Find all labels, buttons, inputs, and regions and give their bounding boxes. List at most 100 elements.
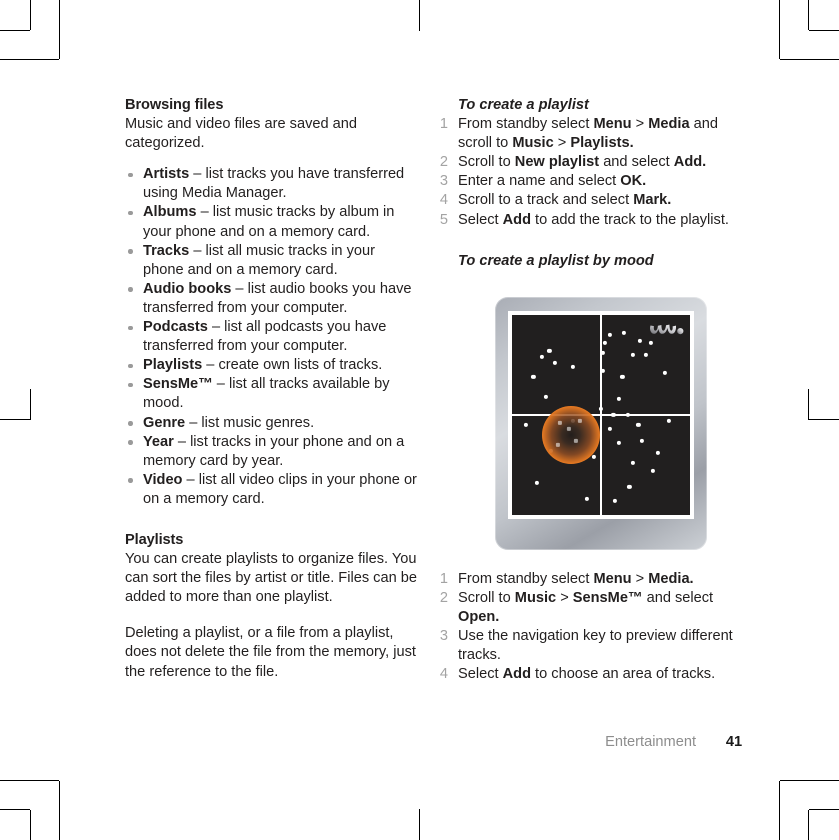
category-term: Tracks xyxy=(143,242,190,259)
track-dot xyxy=(611,412,616,418)
track-dot xyxy=(636,422,641,428)
step-text: Scroll to a track and select xyxy=(458,192,634,209)
step-number: 3 xyxy=(439,628,448,645)
track-dot xyxy=(643,352,648,358)
procedure-step: 2 Scroll to Music > SensMe™ and select Op… xyxy=(436,589,752,627)
track-dot xyxy=(620,374,625,380)
track-dot xyxy=(600,368,605,374)
track-dot xyxy=(655,450,661,456)
selected-track-dot xyxy=(577,418,582,424)
track-dot xyxy=(622,330,627,336)
create-playlist-heading: To create a playlist xyxy=(458,97,589,113)
step-text: to choose an area of tracks. xyxy=(531,666,716,683)
playlists-paragraph-2: Deleting a playlist, or a file from a pl… xyxy=(125,625,416,680)
ui-term: Menu xyxy=(593,571,632,587)
list-item: Playlists – create own lists of tracks. xyxy=(125,356,417,375)
track-dot xyxy=(613,498,618,504)
sensme-mood-map-figure xyxy=(495,297,707,550)
mood-selection-area[interactable] xyxy=(541,406,600,464)
left-column: Browsing files Music and video files are… xyxy=(125,96,417,682)
category-term: Audio books xyxy=(143,280,232,297)
mood-axis-horizontal xyxy=(512,414,690,416)
selected-track-dot xyxy=(556,442,561,448)
procedure-step: 3 Enter a name and select OK. xyxy=(436,172,752,191)
track-dot xyxy=(616,396,621,402)
ui-term: Mark. xyxy=(633,192,672,209)
ui-term: Media xyxy=(648,116,690,133)
ui-term: Music xyxy=(512,135,554,152)
manual-page: Browsing files Music and video files are… xyxy=(0,0,839,840)
ui-term: Add xyxy=(502,666,531,683)
create-playlist-steps: 1 From standby select Menu > Media and sc… xyxy=(436,115,752,230)
list-item: Tracks – list all music tracks in your p… xyxy=(125,242,417,280)
track-dot xyxy=(602,340,607,346)
track-dot xyxy=(607,426,612,432)
track-dot xyxy=(540,354,545,360)
step-text: Enter a name and select xyxy=(458,173,621,190)
track-dot xyxy=(650,468,655,474)
ui-term: Open. xyxy=(458,609,500,626)
track-dot xyxy=(600,350,605,356)
procedure-step: 2 Scroll to New playlist and select Add. xyxy=(436,153,752,172)
track-dot xyxy=(547,348,552,354)
step-number: 1 xyxy=(439,116,448,133)
track-dot xyxy=(524,422,529,428)
step-text: > xyxy=(631,116,649,133)
page-footer: Entertainment 41 xyxy=(436,732,752,758)
track-dot xyxy=(584,496,589,502)
footer-page-number: 41 xyxy=(725,734,743,750)
step-text: Scroll to xyxy=(458,590,515,607)
category-description: – list music genres. xyxy=(185,414,315,431)
track-dot xyxy=(616,440,621,446)
step-text: Scroll to xyxy=(458,154,515,171)
track-dot xyxy=(666,418,671,424)
ui-term: Add xyxy=(502,211,531,228)
ui-term: Menu xyxy=(593,116,632,133)
ui-term: OK. xyxy=(620,173,647,190)
step-text: > xyxy=(631,571,649,587)
ui-term: Music xyxy=(514,590,557,607)
category-description: – create own lists of tracks. xyxy=(202,357,383,374)
ui-term: SensMe™ xyxy=(572,590,643,607)
track-dot xyxy=(552,360,557,366)
step-number: 4 xyxy=(439,666,448,683)
step-number: 3 xyxy=(439,173,448,190)
category-term: SensMe™ xyxy=(143,376,213,393)
step-text: Use the navigation key to preview differ… xyxy=(458,628,733,664)
procedure-step: 1 From standby select Menu > Media and sc… xyxy=(436,115,752,153)
track-dot xyxy=(648,340,653,346)
track-dot xyxy=(630,352,636,358)
track-dot xyxy=(639,438,645,444)
right-column-lower: 1 From standby select Menu > Media. 2 Scrol… xyxy=(436,570,752,685)
step-number: 1 xyxy=(439,571,448,587)
step-text: Select xyxy=(458,666,503,683)
procedure-step: 4 Scroll to a track and select Mark. xyxy=(436,191,752,210)
track-dot xyxy=(625,412,630,418)
category-term: Video xyxy=(143,471,183,488)
list-item: Video – list all video clips in your pho… xyxy=(125,471,417,509)
step-text: and select xyxy=(599,154,674,171)
create-playlist-by-mood-heading: To create a playlist by mood xyxy=(458,252,654,269)
track-dot xyxy=(591,454,596,460)
ui-term: Media. xyxy=(648,571,694,587)
step-text: > xyxy=(553,135,571,152)
procedure-step: 5 Select Add to add the track to the play… xyxy=(436,211,752,230)
category-description: – list all video clips in your phone or … xyxy=(143,471,417,507)
list-item: Artists – list tracks you have transferr… xyxy=(125,165,417,203)
category-term: Genre xyxy=(143,414,186,431)
list-item: Year – list tracks in your phone and on … xyxy=(125,433,417,471)
track-dot xyxy=(534,480,539,486)
phone-screen-frame xyxy=(508,311,694,519)
list-item: Podcasts – list all podcasts you have tr… xyxy=(125,318,417,356)
category-term: Albums xyxy=(143,204,197,221)
browsing-files-heading: Browsing files xyxy=(125,97,224,113)
category-term: Podcasts xyxy=(143,319,208,336)
step-text: Select xyxy=(458,211,503,228)
playlists-heading: Playlists xyxy=(125,531,184,548)
track-dot xyxy=(627,484,632,490)
step-number: 2 xyxy=(439,590,448,607)
